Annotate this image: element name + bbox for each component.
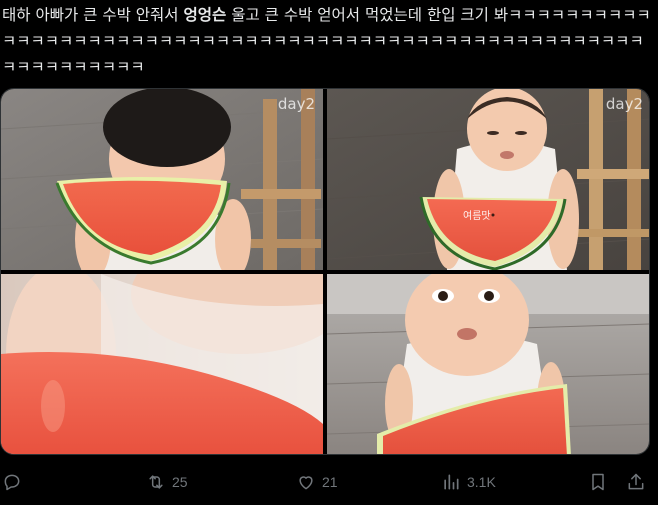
like-count: 21 [322,474,338,490]
photo-3-image [1,274,323,454]
views-count: 3.1K [467,474,496,490]
media-grid: day2 day2 여름맛 [0,88,650,455]
like-button[interactable]: 21 [296,468,338,496]
tweet-text-start: 태하 아빠가 큰 수박 안줘서 [2,6,184,24]
reply-button[interactable] [2,468,28,496]
photo-4[interactable] [327,274,649,454]
views-icon [441,472,461,492]
photo-1[interactable]: day2 [1,89,323,270]
photo-4-image [327,274,649,454]
photo-1-image [1,89,323,270]
reply-icon [2,472,22,492]
photo-2-day-label: day2 [605,95,643,113]
retweet-icon [146,472,166,492]
retweet-count: 25 [172,474,188,490]
views-button[interactable]: 3.1K [441,468,496,496]
retweet-button[interactable]: 25 [146,468,188,496]
tweet-text: 태하 아빠가 큰 수박 안줘서 엉엉슨 울고 큰 수박 얻어서 먹었는데 한입 … [2,2,652,80]
photo-2-image [327,89,649,270]
tweet-text-bold: 엉엉슨 [183,6,227,24]
photo-2-caption: 여름맛 [463,211,491,222]
bookmark-icon [588,472,608,492]
photo-2[interactable]: day2 여름맛 [327,89,649,270]
photo-3[interactable] [1,274,323,454]
share-button[interactable] [626,468,646,496]
bookmark-button[interactable] [588,468,608,496]
heart-icon [296,472,316,492]
photo-1-day-label: day2 [277,95,315,113]
tweet-action-bar: 25 21 3.1K [0,468,658,496]
share-icon [626,472,646,492]
